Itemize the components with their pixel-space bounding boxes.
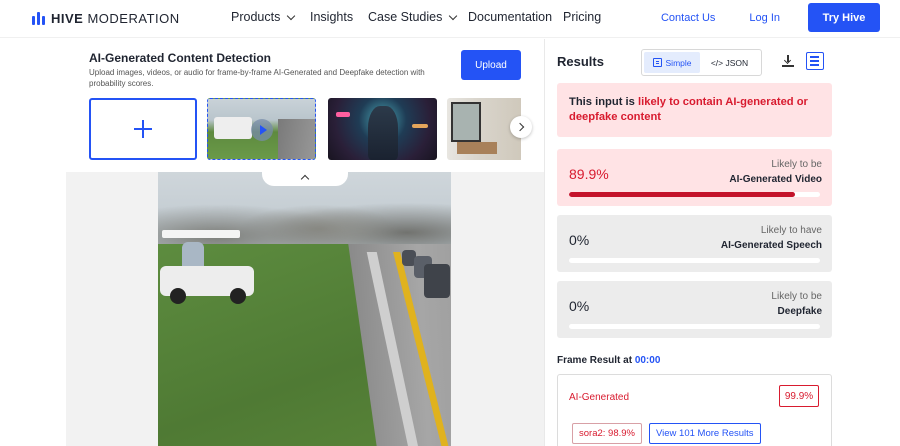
score-bar	[569, 192, 820, 197]
score-percent: 0%	[569, 298, 590, 314]
score-card-ai-video: 89.9% Likely to be AI-Generated Video	[557, 149, 832, 206]
frame-class-label: AI-Generated	[569, 392, 630, 403]
nav-link-pricing[interactable]: Pricing	[563, 10, 601, 24]
score-prefix: Likely to be	[771, 291, 822, 302]
chevron-down-icon	[449, 11, 458, 20]
sample-carousel	[89, 98, 521, 161]
chevron-up-icon	[300, 174, 310, 184]
logo-rest: MODERATION	[87, 11, 180, 26]
score-class: Deepfake	[777, 306, 822, 317]
nav-links: Products Insights Case Studies Documenta…	[231, 10, 601, 24]
hive-logo-icon	[32, 12, 45, 25]
score-prefix: Likely to have	[760, 225, 822, 236]
try-hive-button[interactable]: Try Hive	[808, 3, 880, 32]
media-viewer	[66, 169, 544, 446]
sample-thumbnail-neon-portrait[interactable]	[328, 98, 437, 160]
results-panel: Results Simple </> JSON This input is li…	[544, 39, 900, 446]
view-toggle: Simple </> JSON	[641, 49, 762, 76]
model-tag: sora2: 98.9%	[572, 423, 642, 444]
logo-bold: HIVE	[51, 11, 84, 26]
frame-timestamp[interactable]: 00:00	[635, 355, 661, 366]
detector-description: Upload images, videos, or audio for fram…	[89, 68, 425, 88]
score-class: AI-Generated Speech	[720, 240, 822, 251]
play-icon	[251, 119, 273, 141]
nav-link-case-studies[interactable]: Case Studies	[368, 10, 468, 24]
upload-button[interactable]: Upload	[461, 50, 521, 80]
nav-link-documentation[interactable]: Documentation	[468, 10, 563, 24]
hive-logo[interactable]: HIVE MODERATION	[32, 11, 180, 26]
score-bar-fill	[569, 192, 795, 197]
add-media-button[interactable]	[89, 98, 197, 160]
summary-alert: This input is likely to contain AI-gener…	[557, 83, 832, 137]
simple-view-tab[interactable]: Simple	[644, 52, 701, 73]
chevron-right-icon	[515, 122, 525, 132]
results-title: Results	[557, 54, 604, 69]
top-nav: HIVE MODERATION Products Insights Case S…	[0, 0, 900, 38]
plus-icon	[134, 120, 152, 138]
detector-panel: AI-Generated Content Detection Upload im…	[66, 39, 544, 446]
list-view-icon[interactable]	[806, 52, 824, 70]
score-bar	[569, 324, 820, 329]
simple-view-icon	[652, 58, 662, 67]
score-percent: 0%	[569, 232, 590, 248]
contact-us-link[interactable]: Contact Us	[661, 12, 715, 24]
score-percent: 89.9%	[569, 166, 609, 182]
nav-link-products[interactable]: Products	[231, 10, 310, 24]
frame-class-percent: 99.9%	[779, 385, 819, 407]
log-in-link[interactable]: Log In	[749, 12, 780, 24]
score-class: AI-Generated Video	[729, 174, 822, 185]
frame-result-heading: Frame Result at 00:00	[557, 355, 661, 366]
download-icon[interactable]	[782, 55, 794, 67]
chevron-down-icon	[287, 11, 296, 20]
nav-link-insights[interactable]: Insights	[310, 10, 368, 24]
score-card-deepfake: 0% Likely to be Deepfake	[557, 281, 832, 338]
frame-result-box: AI-Generated 99.9% sora2: 98.9% View 101…	[557, 374, 832, 446]
score-bar	[569, 258, 820, 263]
score-prefix: Likely to be	[771, 159, 822, 170]
video-frame[interactable]	[158, 172, 451, 446]
detector-title: AI-Generated Content Detection	[89, 51, 272, 65]
sample-thumbnail-golf-cart[interactable]	[207, 98, 316, 160]
view-more-results-button[interactable]: View 101 More Results	[649, 423, 761, 444]
json-view-tab[interactable]: </> JSON	[700, 52, 759, 73]
collapse-carousel-button[interactable]	[262, 169, 348, 186]
score-card-ai-speech: 0% Likely to have AI-Generated Speech	[557, 215, 832, 272]
carousel-next-button[interactable]	[510, 116, 532, 138]
